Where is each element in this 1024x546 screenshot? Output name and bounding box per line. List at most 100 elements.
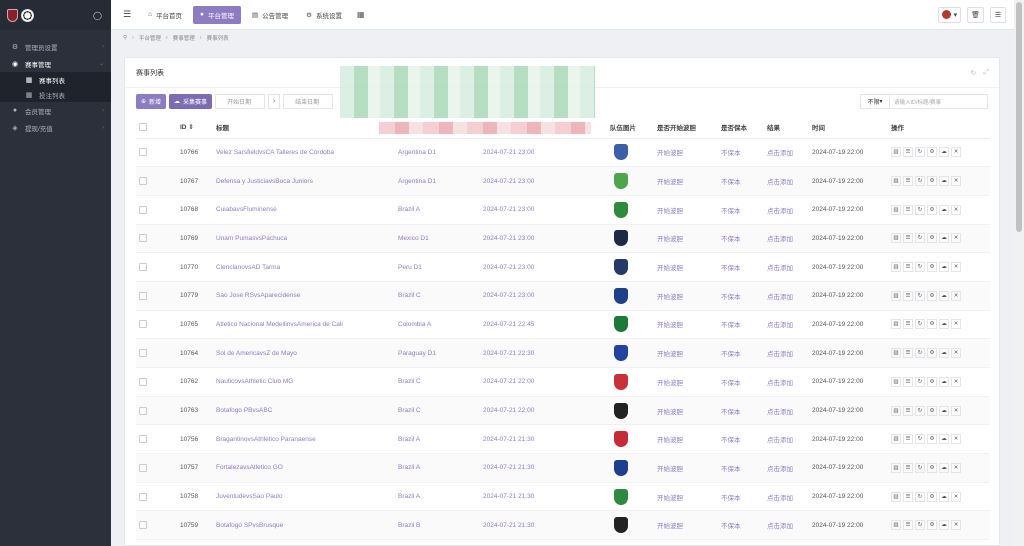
cell-start-time[interactable]: 2024-07-21 21:30 xyxy=(483,522,534,529)
cell-baoben[interactable]: 不保本 xyxy=(721,495,741,502)
sidebar-subitem-bet-list[interactable]: ▦ 投注列表 xyxy=(0,87,111,102)
cell-league[interactable]: Argentina D1 xyxy=(398,149,436,156)
refresh-icon[interactable]: ↻ xyxy=(915,434,925,445)
gear-icon[interactable]: ⚙ xyxy=(927,204,937,215)
close-icon[interactable]: ✕ xyxy=(951,376,961,387)
cell-baoben[interactable]: 不保本 xyxy=(721,294,741,301)
grid-icon[interactable]: ▦ xyxy=(357,10,365,19)
cell-baoben[interactable]: 不保本 xyxy=(721,523,741,530)
cell-result[interactable]: 点击添加 xyxy=(767,265,793,272)
close-icon[interactable]: ✕ xyxy=(951,348,961,359)
sidebar-subitem-event-list[interactable]: ▦ 赛事列表 xyxy=(0,72,111,87)
cell-bodan[interactable]: 开始波胆 xyxy=(657,523,683,530)
cell-result[interactable]: 点击添加 xyxy=(767,351,793,358)
cell-title[interactable]: Botafogo PBvsABC xyxy=(216,407,272,414)
cloud-icon[interactable]: ☁ xyxy=(939,204,949,215)
cell-bodan[interactable]: 开始波胆 xyxy=(657,351,683,358)
cell-title[interactable]: FortalezavsAtletico GO xyxy=(216,464,283,471)
menu-toggle-icon[interactable]: ☰ xyxy=(123,9,131,20)
row-checkbox[interactable] xyxy=(139,463,147,472)
close-icon[interactable]: ✕ xyxy=(951,405,961,416)
gear-icon[interactable]: ⚙ xyxy=(927,462,937,473)
sidebar-item-admin[interactable]: ⚙ 管理员设置 › xyxy=(0,38,111,55)
tab-platform[interactable]: ● 平台管理 xyxy=(193,5,241,24)
gear-icon[interactable]: ⚙ xyxy=(927,434,937,445)
cloud-icon[interactable]: ☁ xyxy=(939,520,949,531)
start-date-input[interactable]: 开始日期 xyxy=(215,93,266,109)
gear-icon[interactable]: ⚙ xyxy=(927,520,937,531)
cell-league[interactable]: Brazil A xyxy=(398,436,420,443)
cloud-icon[interactable]: ☁ xyxy=(939,319,949,330)
cell-start-time[interactable]: 2024-07-21 23:00 xyxy=(483,149,534,156)
cell-start-time[interactable]: 2024-07-21 23:00 xyxy=(483,235,534,242)
page-scrollbar[interactable] xyxy=(1014,0,1024,546)
cell-bodan[interactable]: 开始波胆 xyxy=(657,495,683,502)
cell-baoben[interactable]: 不保本 xyxy=(721,351,741,358)
cell-league[interactable]: Brazil A xyxy=(398,493,420,500)
cell-result[interactable]: 点击添加 xyxy=(767,208,793,215)
cell-start-time[interactable]: 2024-07-21 23:00 xyxy=(483,264,534,271)
stats-icon[interactable]: ▥ xyxy=(891,262,901,273)
gear-icon[interactable]: ⚙ xyxy=(927,405,937,416)
cell-title[interactable]: NauticovsAthletic Club MG xyxy=(216,378,293,385)
cloud-icon[interactable]: ☁ xyxy=(939,262,949,273)
list-icon[interactable]: ☰ xyxy=(903,405,913,416)
user-menu-button[interactable]: ▾ xyxy=(937,6,962,23)
refresh-icon[interactable]: ↻ xyxy=(915,405,925,416)
row-checkbox[interactable] xyxy=(139,234,147,243)
cell-result[interactable]: 点击添加 xyxy=(767,437,793,444)
list-icon[interactable]: ☰ xyxy=(903,204,913,215)
sidebar-item-withdraw[interactable]: ◈ 提现/充值 › xyxy=(0,119,111,136)
cloud-icon[interactable]: ☁ xyxy=(939,462,949,473)
cell-league[interactable]: Argentina D1 xyxy=(398,178,436,185)
cell-title[interactable]: Velez SarsfieldvsCA Talleres de Córdoba xyxy=(216,149,334,156)
close-icon[interactable]: ✕ xyxy=(951,491,961,502)
stats-icon[interactable]: ▥ xyxy=(891,204,901,215)
refresh-icon[interactable]: ↻ xyxy=(915,204,925,215)
cell-baoben[interactable]: 不保本 xyxy=(721,466,741,473)
refresh-icon[interactable]: ↻ xyxy=(915,262,925,273)
cell-league[interactable]: Brazil C xyxy=(398,378,421,385)
stats-icon[interactable]: ▥ xyxy=(891,348,901,359)
row-checkbox[interactable] xyxy=(139,435,147,444)
stats-icon[interactable]: ▥ xyxy=(891,319,901,330)
cell-result[interactable]: 点击添加 xyxy=(767,322,793,329)
cell-result[interactable]: 点击添加 xyxy=(767,179,793,186)
close-icon[interactable]: ✕ xyxy=(951,233,961,244)
cell-start-time[interactable]: 2024-07-21 21:30 xyxy=(483,436,534,443)
cell-start-time[interactable]: 2024-07-21 22:00 xyxy=(483,378,534,385)
row-checkbox[interactable] xyxy=(139,349,147,358)
cell-title[interactable]: Unam PumasvsPachuca xyxy=(216,235,287,242)
cell-title[interactable]: CuiabavsFluminense xyxy=(216,206,277,213)
refresh-icon[interactable]: ↻ xyxy=(915,520,925,531)
stats-icon[interactable]: ▥ xyxy=(891,290,901,301)
cell-baoben[interactable]: 不保本 xyxy=(721,380,741,387)
stats-icon[interactable]: ▥ xyxy=(891,405,901,416)
gear-icon[interactable]: ⚙ xyxy=(927,491,937,502)
cell-baoben[interactable]: 不保本 xyxy=(721,208,741,215)
row-checkbox[interactable] xyxy=(139,406,147,415)
cell-baoben[interactable]: 不保本 xyxy=(721,322,741,329)
cell-start-time[interactable]: 2024-07-21 23:00 xyxy=(483,292,534,299)
cell-title[interactable]: Defensa y JusticiavsBoca Juniors xyxy=(216,178,313,185)
row-checkbox[interactable] xyxy=(139,148,147,157)
row-checkbox[interactable] xyxy=(139,320,147,329)
cloud-icon[interactable]: ☁ xyxy=(939,147,949,158)
close-icon[interactable]: ✕ xyxy=(951,434,961,445)
cell-bodan[interactable]: 开始波胆 xyxy=(657,208,683,215)
cell-title[interactable]: Sao Jose RSvsAparecidense xyxy=(216,292,300,299)
cell-baoben[interactable]: 不保本 xyxy=(721,236,741,243)
cell-bodan[interactable]: 开始波胆 xyxy=(657,437,683,444)
stats-icon[interactable]: ▥ xyxy=(891,376,901,387)
add-button[interactable]: ⊕ 新增 xyxy=(136,93,167,109)
gear-icon[interactable]: ⚙ xyxy=(927,290,937,301)
row-checkbox[interactable] xyxy=(139,521,147,530)
cell-result[interactable]: 点击添加 xyxy=(767,294,793,301)
cloud-icon[interactable]: ☁ xyxy=(939,290,949,301)
scrollbar-thumb[interactable] xyxy=(1016,2,1022,232)
cell-result[interactable]: 点击添加 xyxy=(767,380,793,387)
cloud-icon[interactable]: ☁ xyxy=(939,348,949,359)
list-icon[interactable]: ☰ xyxy=(903,319,913,330)
cell-start-time[interactable]: 2024-07-21 22:00 xyxy=(483,407,534,414)
list-icon[interactable]: ☰ xyxy=(903,233,913,244)
